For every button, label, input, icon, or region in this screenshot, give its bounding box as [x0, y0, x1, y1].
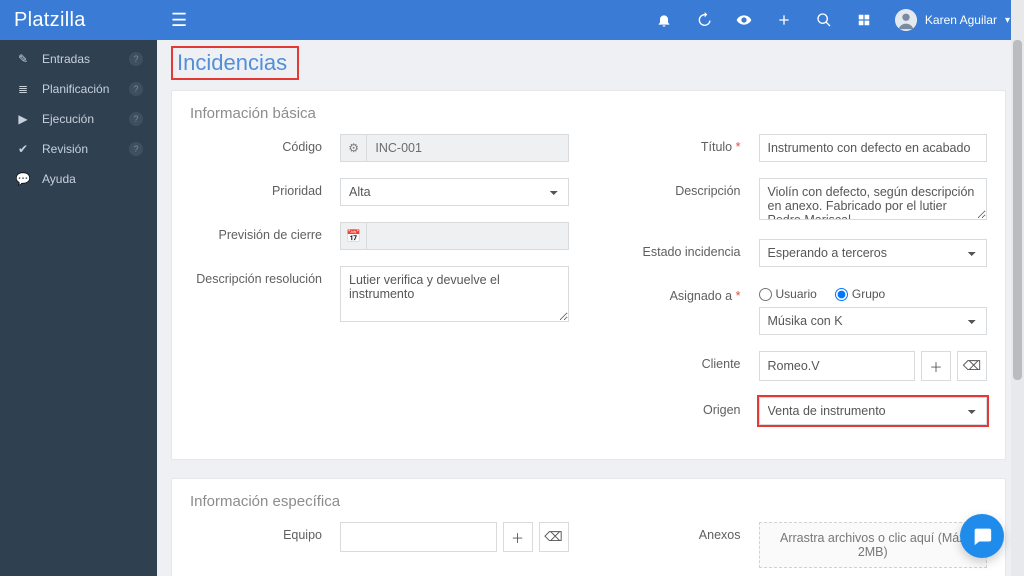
titulo-field[interactable]	[759, 134, 988, 162]
clear-equipo-button[interactable]: ⌫	[539, 522, 569, 552]
codigo-field	[366, 134, 568, 162]
anexos-dropzone[interactable]: Arrastra archivos o clic aquí (Máx 2MB)	[759, 522, 988, 568]
hamburger-icon[interactable]: ☰	[171, 10, 187, 31]
topbar: ☰ Karen Aguilar ▾	[157, 0, 1024, 40]
descripcion-res-field[interactable]: Lutier verifica y devuelve el instrument…	[340, 266, 569, 322]
help-icon[interactable]: ?	[129, 112, 143, 126]
label-descripcion: Descripción	[609, 178, 759, 198]
check-icon: ✔	[14, 142, 32, 156]
edit-icon: ✎	[14, 52, 32, 66]
sidebar-item-revision[interactable]: ✔ Revisión ?	[0, 134, 157, 164]
chevron-down-icon: ▾	[1005, 15, 1010, 26]
scrollbar-thumb[interactable]	[1013, 40, 1022, 380]
sidebar-item-planificacion[interactable]: ≣ Planificación ?	[0, 74, 157, 104]
asignado-select[interactable]: Músika con K	[759, 307, 988, 335]
label-cliente: Cliente	[609, 351, 759, 371]
label-equipo: Equipo	[190, 522, 340, 542]
sidebar-item-label: Revisión	[42, 142, 88, 156]
help-icon[interactable]: ?	[129, 142, 143, 156]
help-icon[interactable]: ?	[129, 82, 143, 96]
prevision-field[interactable]	[366, 222, 568, 250]
add-equipo-button[interactable]: ＋	[503, 522, 533, 552]
search-icon[interactable]	[815, 11, 833, 29]
label-titulo: Título *	[609, 134, 759, 154]
origen-select[interactable]: Venta de instrumento	[759, 397, 988, 425]
label-prevision: Previsión de cierre	[190, 222, 340, 242]
content-area: Incidencias Información básica Código ⚙	[157, 40, 1024, 576]
cliente-field[interactable]	[759, 351, 916, 381]
chat-fab[interactable]	[960, 514, 1004, 558]
label-origen: Origen	[609, 397, 759, 417]
sidebar-item-label: Ejecución	[42, 112, 94, 126]
play-icon: ▶	[14, 112, 32, 126]
label-asignado: Asignado a *	[609, 283, 759, 303]
page-title: Incidencias	[177, 50, 287, 76]
panel-basic-info: Información básica Código ⚙ Prioridad	[171, 90, 1006, 460]
sidebar-item-label: Entradas	[42, 52, 90, 66]
chat-icon: 💬	[14, 172, 32, 186]
equipo-field[interactable]	[340, 522, 497, 552]
sidebar-item-entradas[interactable]: ✎ Entradas ?	[0, 44, 157, 74]
sidebar-nav: ✎ Entradas ? ≣ Planificación ? ▶ Ejecuci…	[0, 40, 157, 194]
eye-icon[interactable]	[735, 11, 753, 29]
asignado-radio-usuario[interactable]: Usuario	[759, 287, 817, 301]
sidebar: Platzilla ✎ Entradas ? ≣ Planificación ?…	[0, 0, 157, 576]
scrollbar[interactable]	[1011, 0, 1024, 576]
label-codigo: Código	[190, 134, 340, 154]
grid-icon[interactable]	[855, 11, 873, 29]
sidebar-item-label: Planificación	[42, 82, 109, 96]
panel-title: Información básica	[190, 105, 987, 122]
user-menu[interactable]: Karen Aguilar ▾	[895, 9, 1010, 31]
add-client-button[interactable]: ＋	[921, 351, 951, 381]
bell-icon[interactable]	[655, 11, 673, 29]
label-prioridad: Prioridad	[190, 178, 340, 198]
plus-icon[interactable]	[775, 11, 793, 29]
cog-icon: ⚙	[340, 134, 366, 162]
help-icon[interactable]: ?	[129, 52, 143, 66]
brand-logo: Platzilla	[0, 0, 157, 40]
clear-client-button[interactable]: ⌫	[957, 351, 987, 381]
label-descripcion-res: Descripción resolución	[190, 266, 340, 286]
calendar-icon[interactable]: 📅	[340, 222, 366, 250]
asignado-radio-grupo[interactable]: Grupo	[835, 287, 885, 301]
avatar	[895, 9, 917, 31]
sidebar-item-label: Ayuda	[42, 172, 76, 186]
sidebar-item-ayuda[interactable]: 💬 Ayuda	[0, 164, 157, 194]
estado-select[interactable]: Esperando a terceros	[759, 239, 988, 267]
page-title-highlight: Incidencias	[171, 46, 299, 80]
descripcion-field[interactable]: Violín con defecto, según descripción en…	[759, 178, 988, 220]
user-name-label: Karen Aguilar	[925, 13, 997, 27]
history-icon[interactable]	[695, 11, 713, 29]
list-icon: ≣	[14, 82, 32, 96]
panel-specific-info: Información específica Equipo ＋ ⌫	[171, 478, 1006, 576]
panel-title: Información específica	[190, 493, 987, 510]
sidebar-item-ejecucion[interactable]: ▶ Ejecución ?	[0, 104, 157, 134]
label-estado: Estado incidencia	[609, 239, 759, 259]
prioridad-select[interactable]: Alta	[340, 178, 569, 206]
label-anexos: Anexos	[609, 522, 759, 542]
